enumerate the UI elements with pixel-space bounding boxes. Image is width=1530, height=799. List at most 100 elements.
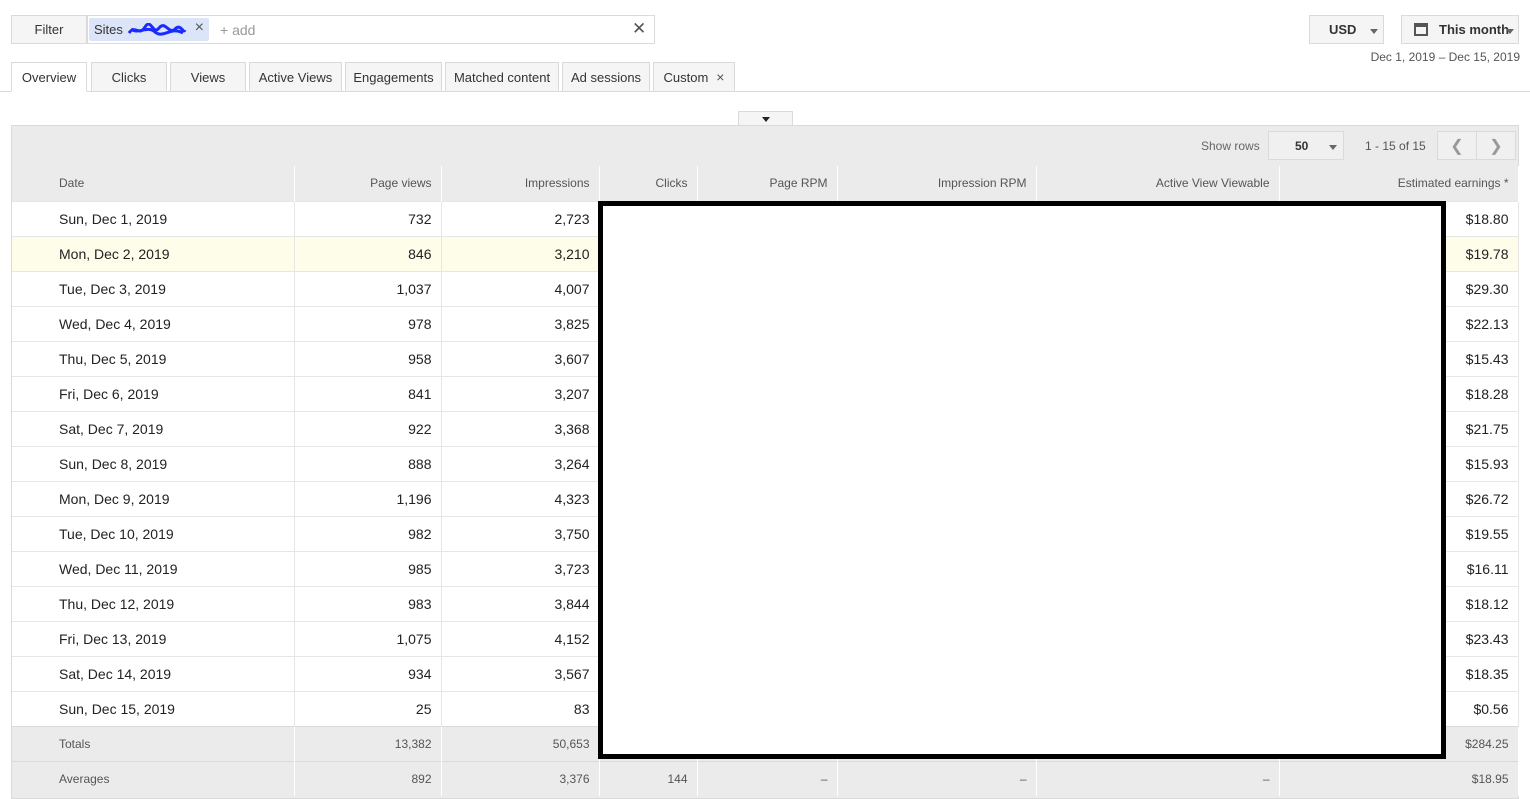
totals-cell: Totals — [12, 725, 295, 761]
table-cell: 732 — [294, 200, 442, 236]
table-cell: 1,075 — [294, 620, 442, 656]
table-cell: 978 — [294, 305, 442, 341]
table-cell: Wed, Dec 11, 2019 — [12, 550, 295, 586]
averages-cell: – — [1036, 760, 1280, 796]
table-cell: Thu, Dec 5, 2019 — [12, 340, 295, 376]
rows-value: 50 — [1295, 138, 1309, 153]
table-cell: Mon, Dec 9, 2019 — [12, 480, 295, 516]
table-cell: 1,037 — [294, 270, 442, 306]
table-cell: Sat, Dec 7, 2019 — [12, 410, 295, 446]
tab-active-views[interactable]: Active Views — [249, 62, 342, 92]
redaction-scribble — [127, 22, 187, 36]
date-range-select[interactable]: This month — [1401, 15, 1519, 44]
column-header[interactable]: Impression RPM — [837, 166, 1037, 201]
tab-label: Matched content — [453, 69, 551, 85]
filter-button-label: Filter — [34, 22, 64, 37]
collapse-chart-toggle[interactable] — [738, 111, 793, 126]
table-cell: 1,196 — [294, 480, 442, 516]
show-rows-label: Show rows — [1201, 139, 1260, 153]
currency-select[interactable]: USD — [1309, 15, 1384, 44]
calendar-icon — [1414, 23, 1428, 36]
tab-engagements[interactable]: Engagements — [345, 62, 442, 92]
table-cell: 3,723 — [441, 550, 600, 586]
chevron-right-icon: ❯ — [1489, 137, 1503, 155]
chevron-down-icon — [1506, 29, 1514, 34]
table-cell: 4,323 — [441, 480, 600, 516]
table-cell: 3,567 — [441, 655, 600, 691]
clear-filter-close-icon[interactable]: ✕ — [632, 19, 646, 39]
table-cell: 83 — [441, 690, 600, 726]
table-cell: Wed, Dec 4, 2019 — [12, 305, 295, 341]
column-header[interactable]: Page views — [294, 166, 442, 201]
table-cell: 3,368 — [441, 410, 600, 446]
totals-cell: 50,653 — [441, 725, 600, 761]
column-header[interactable]: Estimated earnings * — [1279, 166, 1519, 201]
table-cell: 846 — [294, 235, 442, 271]
table-cell: 985 — [294, 550, 442, 586]
next-page-button[interactable]: ❯ — [1476, 131, 1516, 160]
table-cell: 2,723 — [441, 200, 600, 236]
tab-clicks[interactable]: Clicks — [91, 62, 167, 92]
averages-cell: 144 — [599, 760, 698, 796]
table-cell: 3,825 — [441, 305, 600, 341]
table-cell: Sun, Dec 8, 2019 — [12, 445, 295, 481]
date-range-label: This month — [1439, 22, 1510, 37]
add-filter-placeholder[interactable]: + add — [220, 22, 255, 38]
column-header[interactable]: Active View Viewable — [1036, 166, 1280, 201]
tab-matched-content[interactable]: Matched content — [445, 62, 559, 92]
table-cell: Fri, Dec 6, 2019 — [12, 375, 295, 411]
table-cell: Sat, Dec 14, 2019 — [12, 655, 295, 691]
tab-label: Clicks — [111, 69, 147, 85]
table-cell: 4,152 — [441, 620, 600, 656]
tab-label: Overview — [21, 69, 77, 85]
tab-label: Views — [190, 69, 226, 85]
close-icon[interactable]: × — [716, 69, 724, 85]
table-cell: 888 — [294, 445, 442, 481]
pagination-range: 1 - 15 of 15 — [1365, 139, 1426, 153]
averages-cell: $18.95 — [1279, 760, 1519, 796]
table-header-row: Date Page views Impressions Clicks Page RPM I… — [12, 166, 1519, 201]
table-cell: 3,607 — [441, 340, 600, 376]
tab-label: Active Views — [258, 69, 333, 85]
column-header[interactable]: Page RPM — [697, 166, 838, 201]
tab-custom[interactable]: Custom × — [653, 62, 735, 92]
averages-cell: 892 — [294, 760, 442, 796]
table-cell: 3,264 — [441, 445, 600, 481]
averages-cell: – — [697, 760, 838, 796]
table-cell: 3,750 — [441, 515, 600, 551]
table-cell: Fri, Dec 13, 2019 — [12, 620, 295, 656]
averages-cell: 3,376 — [441, 760, 600, 796]
chevron-left-icon: ❮ — [1450, 137, 1464, 155]
column-header[interactable]: Clicks — [599, 166, 698, 201]
tab-views[interactable]: Views — [170, 62, 246, 92]
averages-cell: – — [837, 760, 1037, 796]
caret-down-icon — [762, 117, 770, 122]
table-cell: Sun, Dec 1, 2019 — [12, 200, 295, 236]
table-cell: 25 — [294, 690, 442, 726]
table-cell: Sun, Dec 15, 2019 — [12, 690, 295, 726]
table-cell: Thu, Dec 12, 2019 — [12, 585, 295, 621]
chevron-down-icon — [1329, 145, 1337, 150]
tab-overview[interactable]: Overview — [11, 62, 87, 92]
filter-button[interactable]: Filter — [11, 15, 87, 44]
sites-filter-chip[interactable]: Sites × — [89, 18, 209, 41]
column-header[interactable]: Impressions — [441, 166, 600, 201]
close-icon[interactable]: × — [195, 19, 204, 37]
averages-row: Averages 892 3,376 144– – – $18.95 — [12, 760, 1519, 796]
tab-ad-sessions[interactable]: Ad sessions — [562, 62, 650, 92]
table-cell: 4,007 — [441, 270, 600, 306]
table-cell: 958 — [294, 340, 442, 376]
table-cell: 3,210 — [441, 235, 600, 271]
table-cell: 922 — [294, 410, 442, 446]
tab-label: Engagements — [353, 69, 434, 85]
column-header[interactable]: Date — [12, 166, 295, 201]
tab-label: Ad sessions — [570, 69, 642, 85]
table-cell: 3,844 — [441, 585, 600, 621]
table-cell: 934 — [294, 655, 442, 691]
table-cell: Tue, Dec 3, 2019 — [12, 270, 295, 306]
table-cell: 983 — [294, 585, 442, 621]
averages-cell: Averages — [12, 760, 295, 796]
rows-per-page-select[interactable]: 50 — [1268, 131, 1344, 160]
prev-page-button[interactable]: ❮ — [1437, 131, 1477, 160]
chevron-down-icon — [1370, 29, 1378, 34]
